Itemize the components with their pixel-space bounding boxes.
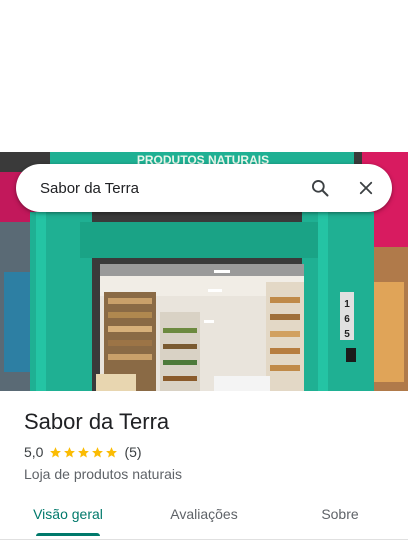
place-info: Sabor da Terra 5,0 (5) Loja de produtos … <box>24 408 394 482</box>
close-icon[interactable] <box>346 168 386 208</box>
star-icon <box>64 446 76 457</box>
star-icon <box>106 446 118 457</box>
svg-text:6: 6 <box>344 314 350 325</box>
tab-about[interactable]: Sobre <box>272 496 408 540</box>
place-name: Sabor da Terra <box>24 409 170 434</box>
tabs-divider <box>0 539 408 540</box>
place-category: Loja de produtos naturais <box>24 466 182 482</box>
svg-text:1: 1 <box>344 299 350 310</box>
tab-reviews[interactable]: Avaliações <box>136 496 272 540</box>
place-tabs: Visão geral Avaliações Sobre <box>0 496 408 540</box>
search-bar[interactable]: Sabor da Terra <box>16 164 392 212</box>
search-icon[interactable] <box>300 168 340 208</box>
tab-overview-label: Visão geral <box>33 506 103 522</box>
tab-about-label: Sobre <box>321 506 359 522</box>
rating-value: 5,0 <box>24 444 44 460</box>
rating-row[interactable]: 5,0 (5) <box>24 443 394 461</box>
rating-stars <box>49 446 119 459</box>
svg-text:5: 5 <box>344 329 350 340</box>
review-count[interactable]: (5) <box>124 444 141 460</box>
tab-reviews-label: Avaliações <box>170 506 238 522</box>
star-icon <box>50 446 62 457</box>
star-icon <box>92 446 104 457</box>
active-tab-indicator <box>36 533 100 536</box>
tab-overview[interactable]: Visão geral <box>0 496 136 540</box>
search-query[interactable]: Sabor da Terra <box>40 180 300 197</box>
star-icon <box>78 446 90 457</box>
